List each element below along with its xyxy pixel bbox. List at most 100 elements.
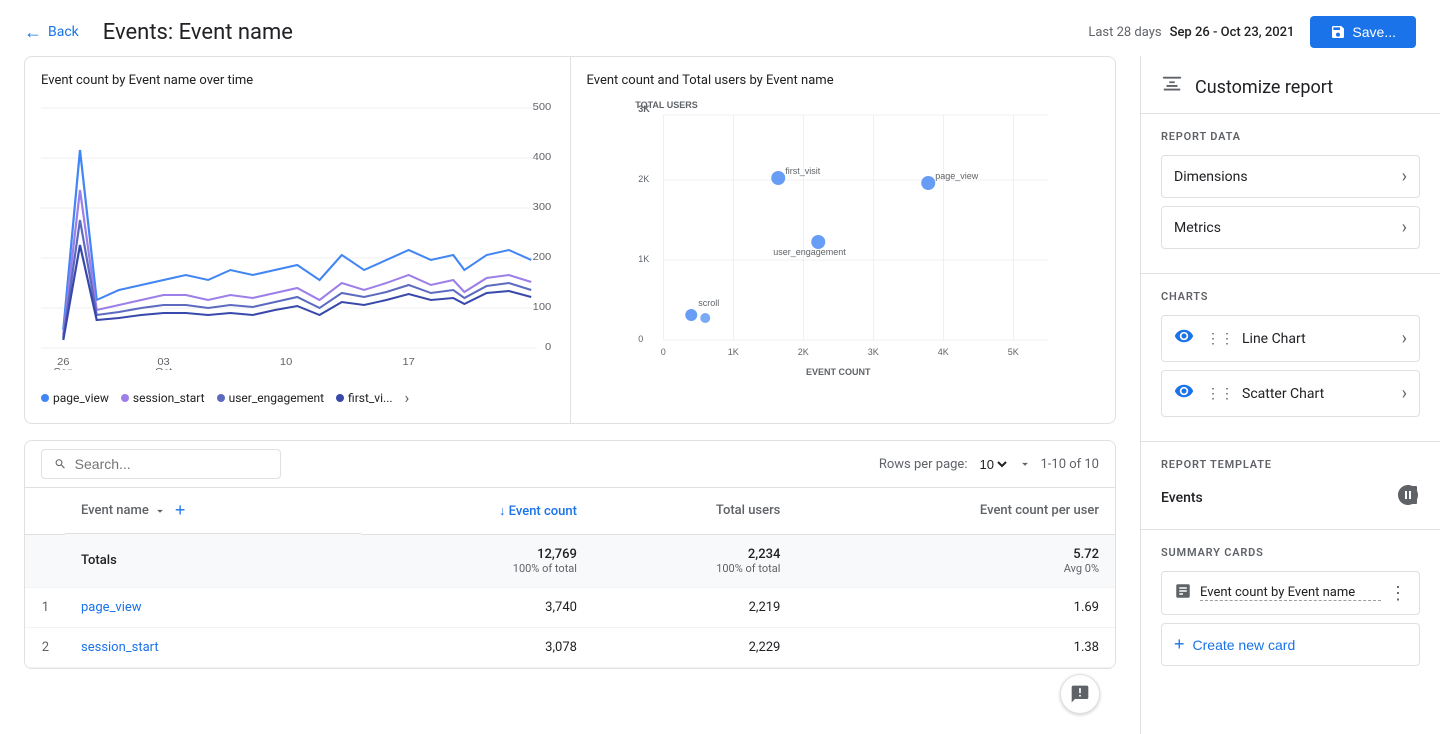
svg-text:0: 0: [660, 347, 665, 357]
svg-text:100: 100: [533, 301, 552, 312]
row-1-num: 1: [25, 587, 65, 627]
scatter-chart-option[interactable]: ⋮⋮ Scatter Chart ›: [1161, 370, 1420, 417]
scatter-chart-chevron-icon: ›: [1402, 383, 1407, 404]
totals-event-count-sub: 100% of total: [377, 562, 577, 575]
row-1-per-user: 1.69: [796, 587, 1115, 627]
totals-label: Totals: [65, 534, 361, 587]
totals-total-users-value: 2,234: [748, 547, 780, 562]
totals-per-user: 5.72 Avg 0%: [796, 534, 1115, 587]
row-2-event-count: 3,078: [361, 627, 593, 667]
customize-report-icon: [1161, 74, 1183, 101]
create-card-button[interactable]: + Create new card: [1161, 623, 1420, 666]
col-total-users[interactable]: Total users: [593, 488, 796, 534]
totals-total-users: 2,234 100% of total: [593, 534, 796, 587]
table-row: 2 session_start 3,078 2,229 1.38: [25, 627, 1115, 667]
metrics-row[interactable]: Metrics ›: [1161, 206, 1420, 249]
legend-label-session-start: session_start: [133, 391, 205, 405]
content-area: Event count by Event name over time 500 …: [0, 56, 1140, 734]
col-row-num: [25, 488, 65, 534]
dimensions-chevron-icon: ›: [1402, 166, 1407, 187]
line-chart-option-content: ⋮⋮ Line Chart: [1206, 331, 1390, 347]
scatter-chart-area: 3K TOTAL USERS 2K 1K 0: [587, 100, 1100, 380]
template-icon-button[interactable]: [1396, 483, 1420, 513]
svg-text:4K: 4K: [937, 347, 948, 357]
col-sort-icon: [153, 504, 167, 518]
back-link[interactable]: ← Back: [24, 22, 79, 43]
legend-dot-user-engagement: [217, 394, 225, 402]
page-title: Events: Event name: [103, 20, 1073, 45]
svg-text:0: 0: [545, 341, 551, 352]
scatter-chart-title: Event count and Total users by Event nam…: [587, 73, 1100, 88]
row-2-per-user: 1.38: [796, 627, 1115, 667]
line-chart-option-label: Line Chart: [1242, 331, 1390, 347]
create-card-plus-icon: +: [1174, 634, 1185, 655]
dimensions-row[interactable]: Dimensions ›: [1161, 155, 1420, 198]
svg-text:Oct: Oct: [155, 366, 172, 370]
panel-header-title: Customize report: [1195, 77, 1333, 98]
row-1-event-name[interactable]: page_view: [65, 587, 361, 627]
col-add-button[interactable]: +: [171, 500, 190, 521]
scatter-chart-option-content: ⋮⋮ Scatter Chart: [1206, 386, 1390, 402]
search-box[interactable]: [41, 449, 281, 479]
data-table: Event name + ↓ Event count Total users E…: [25, 488, 1115, 668]
template-row: Events: [1161, 483, 1420, 513]
table-header-row: Event name + ↓ Event count Total users E…: [25, 488, 1115, 534]
rows-per-page-label: Rows per page:: [879, 457, 968, 472]
legend-label-page-view: page_view: [53, 391, 109, 405]
rows-per-page: Rows per page: 10 25 50 1-10 of 10: [879, 456, 1099, 473]
summary-card-label[interactable]: Event count by Event name: [1200, 585, 1381, 601]
create-card-label: Create new card: [1193, 637, 1296, 653]
svg-text:EVENT COUNT: EVENT COUNT: [805, 367, 870, 377]
search-icon: [54, 457, 67, 471]
legend-dot-page-view: [41, 394, 49, 402]
table-toolbar: Rows per page: 10 25 50 1-10 of 10: [25, 441, 1115, 488]
svg-text:400: 400: [533, 151, 552, 162]
row-2-event-name[interactable]: session_start: [65, 627, 361, 667]
legend-next-arrow[interactable]: ›: [405, 388, 410, 407]
charts-panel-section: CHARTS ⋮⋮ Line Chart › ⋮⋮ Scatte: [1141, 274, 1440, 442]
col-event-count[interactable]: ↓ Event count: [361, 488, 593, 534]
report-data-section: REPORT DATA Dimensions › Metrics ›: [1141, 114, 1440, 274]
svg-text:TOTAL USERS: TOTAL USERS: [635, 100, 698, 110]
svg-text:0: 0: [638, 334, 643, 344]
totals-row-num: [25, 534, 65, 587]
line-chart-area: 500 400 300 200 100 0 26: [41, 100, 554, 380]
row-1-event-count: 3,740: [361, 587, 593, 627]
summary-title: SUMMARY CARDS: [1161, 546, 1420, 559]
scatter-chart-grid-icon: ⋮⋮: [1206, 386, 1234, 402]
rows-per-page-select[interactable]: 10 25 50: [975, 456, 1010, 473]
svg-text:2K: 2K: [638, 174, 649, 184]
totals-total-users-sub: 100% of total: [609, 562, 780, 575]
legend-item-user-engagement: user_engagement: [217, 391, 324, 405]
metrics-chevron-icon: ›: [1402, 217, 1407, 238]
search-input[interactable]: [75, 456, 268, 472]
svg-text:5K: 5K: [1007, 347, 1018, 357]
line-chart-container: Event count by Event name over time 500 …: [25, 57, 571, 423]
svg-text:1K: 1K: [638, 254, 649, 264]
legend-dot-first-visit: [336, 394, 344, 402]
date-range: Last 28 days Sep 26 - Oct 23, 2021: [1088, 25, 1294, 40]
svg-text:page_view: page_view: [935, 171, 979, 181]
summary-section: SUMMARY CARDS Event count by Event name …: [1141, 530, 1440, 682]
back-label: Back: [48, 24, 79, 40]
save-button[interactable]: Save...: [1310, 16, 1416, 48]
col-event-count-label: ↓ Event count: [499, 504, 577, 519]
col-per-user[interactable]: Event count per user: [796, 488, 1115, 534]
svg-text:first_visit: first_visit: [785, 166, 821, 176]
svg-text:300: 300: [533, 201, 552, 212]
totals-event-count: 12,769 100% of total: [361, 534, 593, 587]
summary-card-more-button[interactable]: ⋮: [1389, 583, 1407, 604]
svg-text:user_engagement: user_engagement: [773, 247, 846, 257]
feedback-button[interactable]: [1060, 674, 1100, 714]
col-per-user-label: Event count per user: [980, 503, 1099, 518]
svg-text:Sep: Sep: [53, 366, 73, 370]
legend-item-page-view: page_view: [41, 391, 109, 405]
svg-text:200: 200: [533, 251, 552, 262]
table-section: Rows per page: 10 25 50 1-10 of 10 Eve: [24, 440, 1116, 669]
totals-per-user-sub: Avg 0%: [812, 562, 1099, 575]
legend-label-first-visit: first_vi...: [348, 391, 392, 405]
line-chart-option[interactable]: ⋮⋮ Line Chart ›: [1161, 315, 1420, 362]
line-chart-title: Event count by Event name over time: [41, 73, 554, 88]
col-event-name[interactable]: Event name +: [65, 488, 361, 534]
col-event-name-label: Event name: [81, 503, 149, 518]
